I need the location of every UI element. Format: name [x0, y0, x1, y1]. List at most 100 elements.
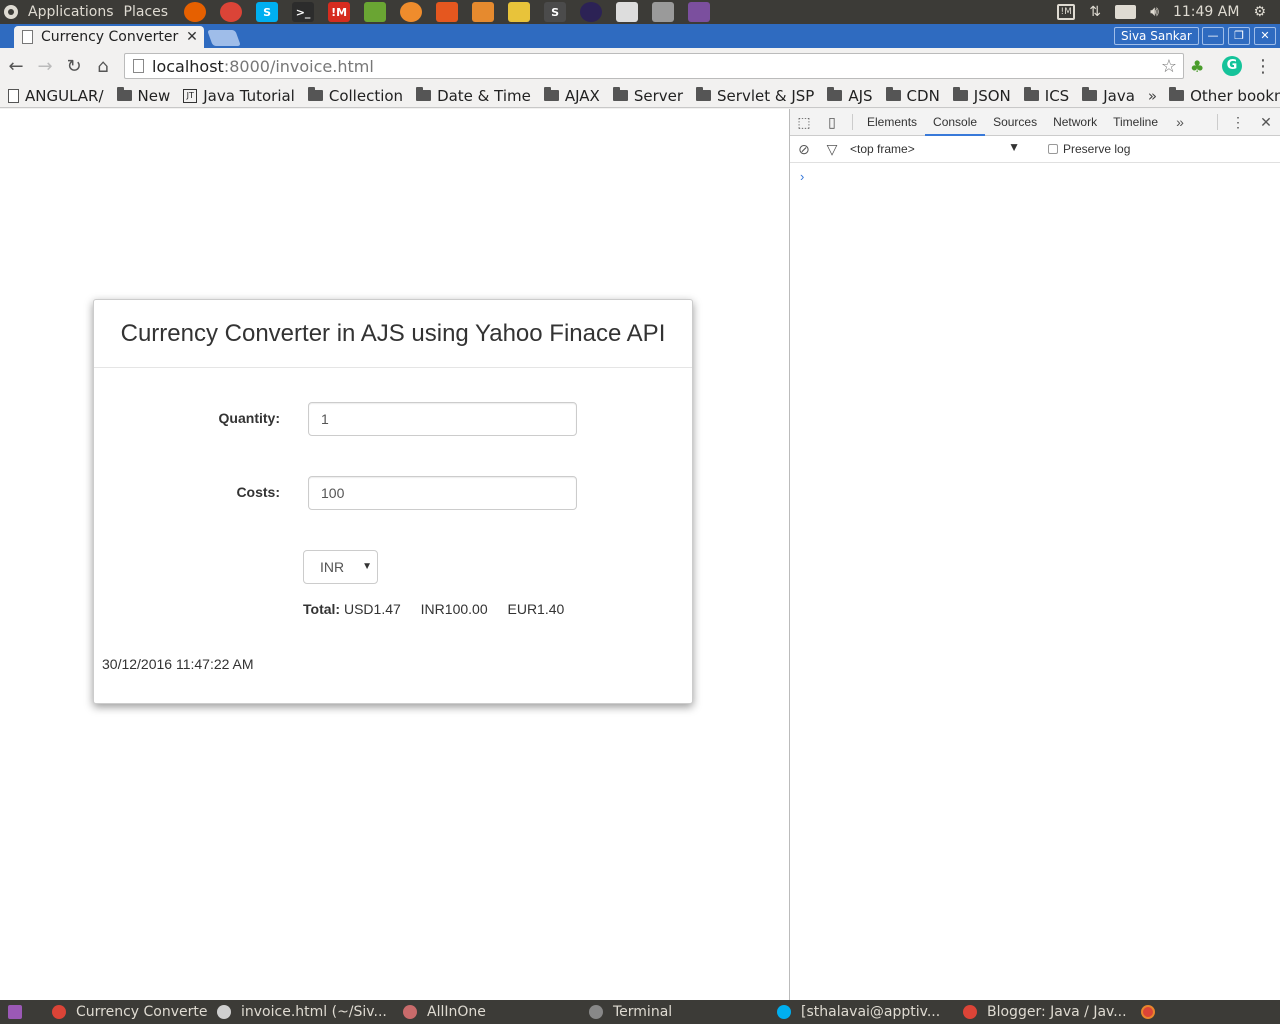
bookmark-star-icon[interactable]: ☆ — [1161, 56, 1177, 77]
bookmark-item[interactable]: JT Java Tutorial — [183, 87, 295, 105]
preserve-log-checkbox[interactable] — [1048, 144, 1058, 154]
bookmark-item[interactable]: Server — [612, 87, 683, 105]
bookmark-item[interactable]: Date & Time — [416, 87, 531, 105]
bookmark-item[interactable]: CDN — [885, 86, 940, 105]
tab-sources[interactable]: Sources — [985, 109, 1045, 136]
clear-console-icon[interactable]: ⊘ — [790, 136, 818, 162]
grammarly-icon[interactable]: G — [1222, 56, 1242, 76]
m-app-icon[interactable]: !M — [328, 2, 351, 22]
power-gear-icon[interactable]: ⚙ — [1253, 4, 1266, 20]
chrome-icon — [52, 1005, 66, 1019]
folder-icon — [1023, 87, 1039, 101]
reload-icon[interactable]: ↻ — [61, 53, 87, 79]
restore-icon[interactable]: ❐ — [1228, 27, 1250, 45]
tab-network[interactable]: Network — [1045, 109, 1105, 136]
bookmark-item[interactable]: JSON — [952, 87, 1011, 105]
close-devtools-icon[interactable]: ✕ — [1252, 109, 1280, 135]
taskbar-item[interactable] — [1139, 1000, 1165, 1024]
bookmark-item[interactable]: Java — [1082, 87, 1135, 105]
bookmark-item[interactable]: Servlet & JSP — [696, 87, 814, 105]
back-arrow-icon[interactable]: ← — [3, 53, 29, 79]
panel-menus: Applications Places — [0, 0, 182, 24]
chrome-menu-icon[interactable]: ⋮ — [1254, 56, 1272, 77]
close-tab-icon[interactable]: ✕ — [184, 29, 200, 45]
bookmark-label: CDN — [906, 86, 940, 105]
eclipse-icon[interactable] — [580, 2, 603, 22]
dog-icon[interactable] — [508, 2, 531, 22]
taskbar-item[interactable]: [sthalavai@apptiv... — [769, 1000, 955, 1024]
terminal-icon[interactable]: >_ — [292, 2, 315, 22]
page-info-icon[interactable] — [133, 59, 144, 73]
home-folder-icon[interactable] — [436, 2, 459, 22]
bookmark-label: AJS — [848, 86, 873, 105]
bookmark-label: ANGULAR/ — [25, 86, 104, 105]
firefox-dev-icon[interactable] — [400, 2, 423, 22]
files-icon[interactable] — [472, 2, 495, 22]
clock[interactable]: 11:49 AM — [1173, 4, 1239, 20]
url-path: :8000/invoice.html — [223, 56, 374, 76]
extension-tree-icon[interactable]: ♣ — [1190, 57, 1204, 76]
firefox-icon[interactable] — [184, 2, 207, 22]
network-icon[interactable]: ⇅ — [1089, 4, 1101, 20]
browser-tab-bar: Currency Converter in AJS ✕ Siva Sankar … — [0, 24, 1280, 48]
monitor-icon[interactable] — [688, 2, 711, 22]
top-panel: Applications Places S >_ !M S !M ⇅ En 🔊︎ 11… — [0, 0, 1280, 24]
costs-input[interactable] — [308, 476, 577, 510]
new-tab-button[interactable] — [207, 30, 241, 46]
total-label: Total: — [303, 601, 341, 617]
costs-label: Costs: — [236, 484, 280, 500]
taskbar-item[interactable]: AllInOne — [395, 1000, 581, 1024]
bookmark-label: New — [137, 86, 171, 105]
taskbar-item-label: AllInOne — [427, 1004, 486, 1020]
tab-timeline[interactable]: Timeline — [1105, 109, 1166, 136]
bookmark-item[interactable]: ANGULAR/ — [8, 87, 104, 105]
monkey-icon[interactable] — [364, 2, 387, 22]
more-tabs-icon[interactable]: » — [1166, 109, 1194, 135]
frame-select[interactable]: <top frame> ▼ — [850, 140, 1020, 156]
keyboard-layout[interactable]: En — [1114, 5, 1137, 19]
console-prompt[interactable]: › — [790, 163, 1280, 184]
bookmark-item[interactable]: Collection — [307, 87, 403, 105]
filter-icon[interactable]: ▽ — [818, 136, 846, 162]
device-mode-icon[interactable]: ▯ — [818, 109, 846, 135]
profile-button[interactable]: Siva Sankar — [1114, 27, 1199, 45]
inspect-element-icon[interactable]: ⬚ — [790, 109, 818, 135]
text-editor-icon[interactable] — [616, 2, 639, 22]
tab-console[interactable]: Console — [925, 109, 986, 136]
more-bookmarks-icon[interactable]: » — [1148, 87, 1157, 105]
taskbar-item[interactable]: invoice.html (~/Siv... — [209, 1000, 395, 1024]
home-icon[interactable]: ⌂ — [90, 53, 116, 79]
minimize-icon[interactable]: — — [1202, 27, 1224, 45]
forward-arrow-icon[interactable]: → — [32, 53, 58, 79]
browser-tab[interactable]: Currency Converter in AJS ✕ — [14, 26, 204, 48]
skype-icon[interactable]: S — [256, 2, 279, 22]
places-menu[interactable]: Places — [124, 4, 169, 20]
tab-elements[interactable]: Elements — [859, 109, 925, 136]
other-bookmarks[interactable]: Other bookmarks — [1169, 87, 1280, 105]
devtools-panel: ⬚ ▯ Elements Console Sources Network Tim… — [789, 109, 1280, 1000]
devtools-menu-icon[interactable]: ⋮ — [1224, 109, 1252, 135]
sublime-icon[interactable]: S — [544, 2, 567, 22]
currency-select[interactable]: INR ▼ — [303, 550, 378, 584]
chrome-icon[interactable] — [220, 2, 243, 22]
calculator-icon[interactable] — [652, 2, 675, 22]
taskbar-item[interactable]: Blogger: Java / Jav... — [955, 1000, 1139, 1024]
timestamp: 30/12/2016 11:47:22 AM — [102, 656, 254, 672]
bookmark-item[interactable]: AJAX — [543, 87, 600, 105]
volume-icon[interactable]: 🔊︎ — [1150, 4, 1159, 20]
total-usd: USD1.47 — [343, 601, 401, 617]
quantity-input[interactable] — [308, 402, 577, 436]
address-bar[interactable]: localhost :8000/invoice.html ☆ — [124, 53, 1184, 79]
show-desktop-button[interactable] — [0, 1000, 44, 1024]
close-window-icon[interactable]: ✕ — [1254, 27, 1276, 45]
taskbar-item[interactable]: Currency Converte... — [44, 1000, 209, 1024]
indicator-app-icon[interactable]: !M — [1057, 4, 1076, 20]
applications-menu[interactable]: Applications — [28, 4, 114, 20]
ubuntu-logo-icon[interactable] — [4, 5, 18, 19]
divider — [1217, 114, 1218, 130]
bookmark-item[interactable]: ICS — [1023, 87, 1069, 105]
taskbar-item[interactable]: Terminal — [581, 1000, 769, 1024]
bookmark-item[interactable]: AJS — [827, 86, 873, 105]
bookmark-item[interactable]: New — [116, 86, 171, 105]
page-title: Currency Converter in AJS using Yahoo Fi… — [120, 319, 666, 347]
